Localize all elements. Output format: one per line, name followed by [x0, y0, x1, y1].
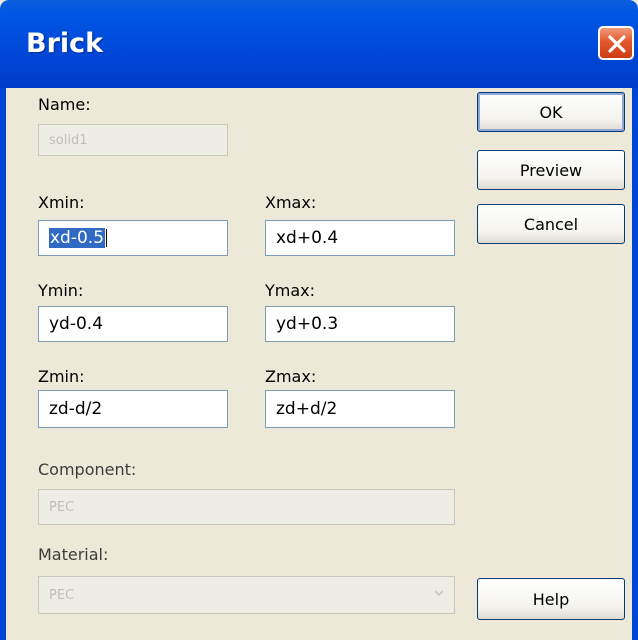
name-value: solid1 [49, 132, 88, 148]
xmax-input[interactable]: xd+0.4 [265, 220, 455, 256]
xmax-label: Xmax: [265, 193, 317, 212]
cancel-button[interactable]: Cancel [477, 204, 625, 244]
ymax-label: Ymax: [265, 281, 316, 300]
brick-dialog: Brick Name: solid1 Xmin: xd-0.5 Xmax: xd… [0, 0, 638, 640]
zmin-label: Zmin: [38, 367, 85, 386]
ymin-label: Ymin: [38, 281, 84, 300]
ymax-value: yd+0.3 [276, 314, 339, 334]
material-dropdown: PEC [38, 576, 455, 614]
ymin-value: yd-0.4 [49, 314, 104, 334]
material-label: Material: [38, 545, 109, 564]
dropdown-button [428, 581, 450, 605]
text-caret [106, 229, 108, 247]
window-border-right [632, 88, 638, 640]
name-label: Name: [38, 95, 91, 114]
xmin-input[interactable]: xd-0.5 [38, 220, 228, 256]
ymin-input[interactable]: yd-0.4 [38, 306, 228, 342]
close-button[interactable] [598, 26, 634, 60]
zmin-value: zd-d/2 [49, 399, 103, 419]
xmin-label: Xmin: [38, 193, 85, 212]
zmax-label: Zmax: [265, 367, 317, 386]
ok-button[interactable]: OK [477, 92, 625, 132]
material-value: PEC [49, 587, 75, 603]
ymax-input[interactable]: yd+0.3 [265, 306, 455, 342]
zmax-input[interactable]: zd+d/2 [265, 390, 455, 428]
chevron-down-icon [434, 590, 444, 596]
xmax-value: xd+0.4 [276, 228, 339, 248]
window-title: Brick [26, 28, 104, 59]
xmin-value: xd-0.5 [49, 228, 106, 248]
component-label: Component: [38, 460, 137, 479]
zmin-input[interactable]: zd-d/2 [38, 390, 228, 428]
zmax-value: zd+d/2 [276, 399, 338, 419]
title-bar[interactable]: Brick [0, 0, 638, 88]
preview-button[interactable]: Preview [477, 150, 625, 190]
close-x-icon [608, 35, 626, 53]
help-button-label: Help [532, 589, 570, 609]
ok-button-label: OK [539, 102, 563, 122]
dialog-body: Name: solid1 Xmin: xd-0.5 Xmax: xd+0.4 Y… [6, 88, 632, 640]
help-button[interactable]: Help [477, 578, 625, 620]
name-field: solid1 [38, 124, 228, 156]
preview-button-label: Preview [519, 160, 583, 180]
component-value: PEC [49, 499, 75, 515]
component-field: PEC [38, 489, 455, 525]
cancel-button-label: Cancel [523, 214, 579, 234]
